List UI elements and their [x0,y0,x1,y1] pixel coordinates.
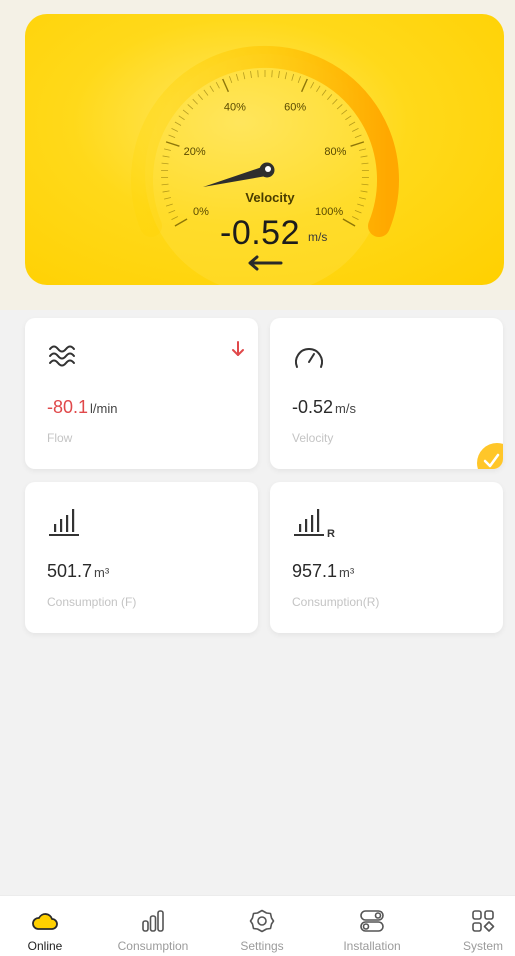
bottom-nav: Online Consumption Settings Installation… [0,895,515,956]
nav-item-settings[interactable]: Settings [217,896,307,956]
consumption-r-card[interactable]: R 957.1 m³ Consumption(R) [270,482,503,633]
consumption-f-card[interactable]: 501.7 m³ Consumption (F) [25,482,258,633]
velocity-gauge-card: 0% 20% 40% 60% 80% 100% Velocity -0.52 m/s [25,14,504,285]
selected-check-icon [477,443,503,469]
nav-label-system: System [462,939,503,953]
nav-label-installation: Installation [343,939,401,953]
gauge-tick-label: 20% [184,146,206,158]
nav-item-online[interactable]: Online [0,896,90,956]
waves-icon [49,345,75,367]
consumption-f-value-row: 501.7 m³ [47,561,109,582]
gauge-unit: m/s [308,230,328,244]
flow-value: -80.1 [47,397,89,417]
flow-card[interactable]: -80.1 l/min Flow [25,318,258,469]
consumption-f-value: 501.7 [47,561,93,581]
bar-chart-icon [49,509,79,536]
flow-caption: Flow [47,431,73,445]
consumption-r-caption: Consumption(R) [292,595,380,609]
consumption-f-caption: Consumption (F) [47,595,137,609]
nav-item-installation[interactable]: Installation [327,896,417,956]
velocity-card[interactable]: -0.52 m/s Velocity [270,318,503,469]
velocity-card-unit: m/s [335,401,356,416]
consumption-r-unit: m³ [339,565,355,580]
bars-icon [142,910,164,932]
grid-icon [472,910,495,932]
gauge-tick-label: 60% [284,101,306,113]
cloud-icon [32,913,58,930]
arrow-left-icon [248,255,283,271]
bar-chart-r-icon: R [294,509,335,538]
velocity-caption: Velocity [292,431,334,445]
consumption-r-value-row: 957.1 m³ [292,561,354,582]
speedometer-icon [295,348,323,368]
gauge-value: -0.52 [220,214,300,252]
bar-chart-r-suffix: R [327,528,335,538]
gauge-tick-label: 100% [315,206,343,218]
app-screen: 0% 20% 40% 60% 80% 100% Velocity -0.52 m/s -8… [0,0,515,956]
nav-item-system[interactable]: System [438,896,515,956]
toggle-icon [360,910,384,932]
nav-label-settings: Settings [240,939,284,953]
gauge-tick-label: 0% [193,206,209,218]
flow-value-row: -80.1 l/min [47,397,117,418]
nav-item-consumption[interactable]: Consumption [108,896,198,956]
nav-label-online: Online [27,939,63,953]
velocity-card-value: -0.52 [292,397,334,417]
flow-unit: l/min [90,401,118,416]
consumption-r-value: 957.1 [292,561,338,581]
arrow-down-icon [232,341,244,356]
velocity-value-row: -0.52 m/s [292,397,356,418]
gauge-tick-label: 80% [324,146,346,158]
gear-icon [249,909,275,933]
gauge-title: Velocity [245,190,295,205]
consumption-f-unit: m³ [94,565,110,580]
nav-label-consumption: Consumption [117,939,189,953]
gauge-tick-label: 40% [224,101,246,113]
